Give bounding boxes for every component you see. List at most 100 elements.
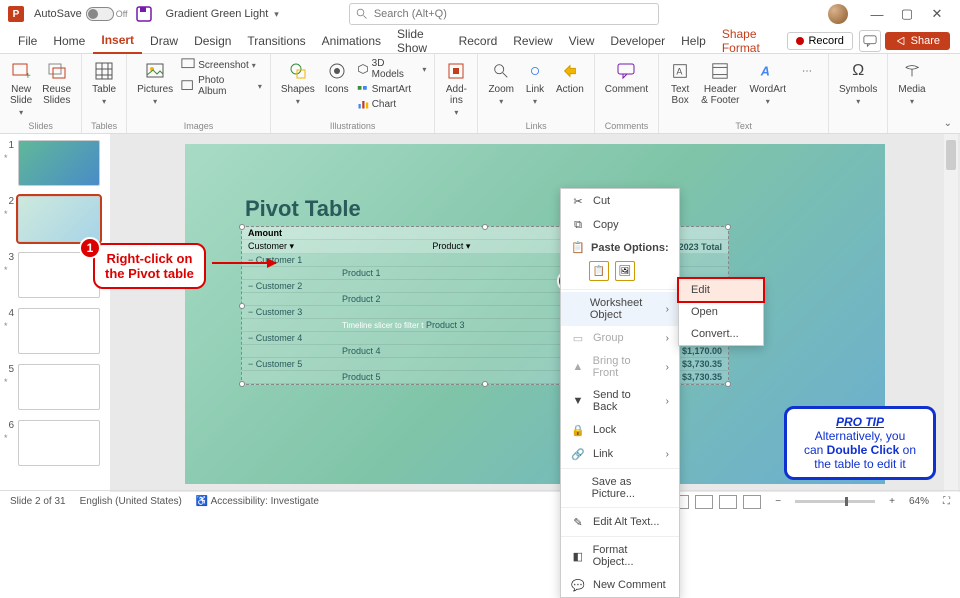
- ctx-save-picture[interactable]: Save as Picture...: [561, 471, 679, 505]
- slide-thumb-2[interactable]: [18, 196, 100, 242]
- slide-thumb-1[interactable]: [18, 140, 100, 186]
- ribbon-group-tables: Table▾ Tables: [82, 54, 127, 133]
- status-slide[interactable]: Slide 2 of 31: [10, 496, 66, 507]
- ribbon-group-addins: Add- ins▾: [435, 54, 478, 133]
- zoom-slider[interactable]: [795, 500, 875, 503]
- tab-animations[interactable]: Animations: [314, 28, 389, 54]
- status-lang[interactable]: English (United States): [80, 496, 182, 507]
- textbox-button[interactable]: AText Box: [667, 58, 693, 108]
- submenu-open[interactable]: Open: [679, 301, 763, 323]
- tab-insert[interactable]: Insert: [93, 28, 142, 54]
- ctx-worksheet-object[interactable]: Worksheet Object›: [561, 292, 679, 326]
- share-button[interactable]: Share: [885, 32, 950, 50]
- autosave-state: Off: [116, 9, 128, 19]
- ctx-new-comment[interactable]: 💬New Comment: [561, 573, 679, 597]
- addins-button[interactable]: Add- ins▾: [443, 58, 469, 119]
- canvas-scrollbar[interactable]: [944, 134, 958, 492]
- zoom-level[interactable]: 64%: [909, 496, 929, 507]
- slide-thumb-6[interactable]: [18, 420, 100, 466]
- status-accessibility[interactable]: ♿ Accessibility: Investigate: [196, 496, 319, 507]
- tab-view[interactable]: View: [561, 28, 603, 54]
- ctx-alt-text[interactable]: ✎Edit Alt Text...: [561, 510, 679, 534]
- pictures-button[interactable]: Pictures▾: [135, 58, 175, 108]
- submenu-convert[interactable]: Convert...: [679, 323, 763, 345]
- thumb-num: 2: [4, 196, 14, 207]
- ctx-copy[interactable]: ⧉Copy: [561, 213, 679, 237]
- photo-album-button[interactable]: Photo Album▾: [181, 75, 262, 97]
- group-icon: ▭: [571, 331, 585, 345]
- view-reading-icon[interactable]: [719, 495, 737, 509]
- slide-thumb-5[interactable]: [18, 364, 100, 410]
- action-button[interactable]: Action: [554, 58, 586, 97]
- zoom-button[interactable]: Zoom▾: [486, 58, 516, 108]
- paste-picture-icon[interactable]: 🖼: [615, 261, 635, 281]
- autosave-toggle[interactable]: [86, 7, 114, 21]
- tab-developer[interactable]: Developer: [602, 28, 673, 54]
- ribbon-group-media: Media▾: [888, 54, 935, 133]
- callout-badge-1: 1: [79, 237, 101, 259]
- view-slideshow-icon[interactable]: [743, 495, 761, 509]
- window-restore-icon[interactable]: ▢: [892, 4, 922, 24]
- shapes-button[interactable]: Shapes▾: [279, 58, 317, 108]
- reuse-slides-button[interactable]: Reuse Slides: [40, 58, 73, 108]
- ctx-cut[interactable]: ✂Cut: [561, 189, 679, 213]
- zoom-in-button[interactable]: +: [889, 496, 895, 507]
- new-slide-button[interactable]: +New Slide▾: [8, 58, 34, 119]
- 3d-models-button[interactable]: 3D Models▾: [357, 58, 427, 80]
- context-menu: ✂Cut ⧉Copy 📋Paste Options: 📋 🖼 Worksheet…: [560, 188, 680, 598]
- comments-pane-button[interactable]: [859, 30, 881, 52]
- tab-file[interactable]: File: [10, 28, 45, 54]
- window-minimize-icon[interactable]: —: [862, 4, 892, 24]
- save-icon[interactable]: [136, 6, 152, 22]
- lock-icon: 🔒: [571, 423, 585, 437]
- wordart-button[interactable]: AWordArt▾: [748, 58, 789, 108]
- tab-help[interactable]: Help: [673, 28, 714, 54]
- smartart-button[interactable]: SmartArt: [357, 83, 427, 95]
- tab-review[interactable]: Review: [505, 28, 560, 54]
- comment-button[interactable]: Comment: [603, 58, 650, 97]
- ctx-link[interactable]: 🔗Link›: [561, 442, 679, 466]
- table-button[interactable]: Table▾: [90, 58, 118, 108]
- fit-window-icon[interactable]: ⛶: [943, 496, 950, 507]
- window-close-icon[interactable]: ✕: [922, 4, 952, 24]
- tab-slideshow[interactable]: Slide Show: [389, 28, 451, 54]
- tab-home[interactable]: Home: [45, 28, 93, 54]
- slide-thumb-4[interactable]: [18, 308, 100, 354]
- search-placeholder: Search (Alt+Q): [374, 8, 447, 20]
- text-more-button[interactable]: ⋯: [794, 58, 820, 84]
- thumb-num: 5: [4, 364, 14, 375]
- media-button[interactable]: Media▾: [896, 58, 927, 108]
- screenshot-button[interactable]: Screenshot▾: [181, 58, 262, 72]
- record-button[interactable]: Record: [787, 32, 852, 50]
- ctx-paste-options-label: 📋Paste Options:: [561, 237, 679, 259]
- tab-transitions[interactable]: Transitions: [239, 28, 313, 54]
- ribbon-collapse-icon[interactable]: ⌄: [936, 114, 960, 133]
- link-button[interactable]: Link▾: [522, 58, 548, 108]
- chart-button[interactable]: Chart: [357, 98, 427, 110]
- ribbon-group-text: AText Box Header & Footer AWordArt▾ ⋯ Te…: [659, 54, 829, 133]
- paste-embed-icon[interactable]: 📋: [589, 261, 609, 281]
- ribbon-group-symbols: ΩSymbols▾: [829, 54, 888, 133]
- symbols-button[interactable]: ΩSymbols▾: [837, 58, 879, 108]
- slide-title: Pivot Table: [245, 196, 361, 222]
- user-avatar[interactable]: [828, 4, 848, 24]
- search-input[interactable]: Search (Alt+Q): [349, 3, 659, 25]
- tab-design[interactable]: Design: [186, 28, 239, 54]
- header-footer-button[interactable]: Header & Footer: [699, 58, 741, 108]
- zoom-out-button[interactable]: −: [775, 496, 781, 507]
- ctx-lock[interactable]: 🔒Lock: [561, 418, 679, 442]
- document-title[interactable]: Gradient Green Light: [166, 8, 269, 20]
- tab-shape-format[interactable]: Shape Format: [714, 28, 788, 54]
- pro-tip-callout: PRO TIP Alternatively, you can Double Cl…: [784, 406, 936, 480]
- view-sorter-icon[interactable]: [695, 495, 713, 509]
- ctx-format-object[interactable]: ◧Format Object...: [561, 539, 679, 573]
- tab-draw[interactable]: Draw: [142, 28, 186, 54]
- submenu-edit[interactable]: Edit: [679, 279, 763, 301]
- ctx-bring-front: ▲Bring to Front›: [561, 350, 679, 384]
- ctx-send-back[interactable]: ▼Send to Back›: [561, 384, 679, 418]
- svg-text:A: A: [760, 65, 770, 79]
- icons-button[interactable]: Icons: [323, 58, 351, 97]
- bring-front-icon: ▲: [571, 360, 585, 374]
- title-dropdown-icon[interactable]: ▾: [274, 9, 279, 20]
- tab-record[interactable]: Record: [451, 28, 506, 54]
